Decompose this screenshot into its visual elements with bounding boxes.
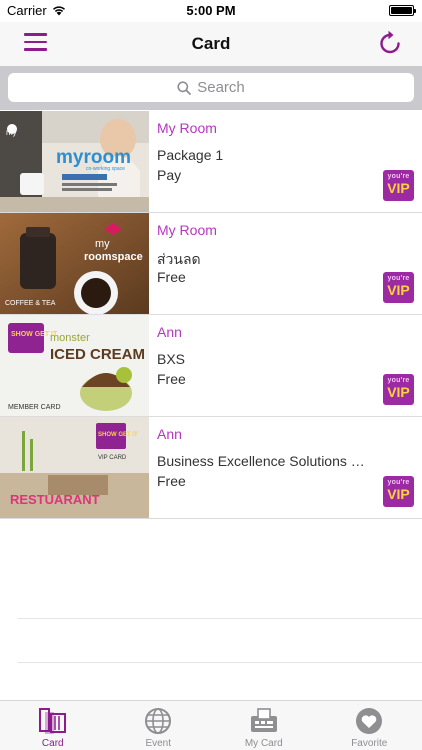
thumb-logo-text: myroom bbox=[56, 147, 131, 168]
tab-card[interactable]: Card bbox=[0, 701, 106, 750]
thumb-brand-bottom: roomspace bbox=[84, 251, 143, 263]
vip-badge-top: you're bbox=[387, 377, 410, 384]
card-list: myroom co-working space my My Room Packa… bbox=[0, 111, 422, 519]
vip-badge-main: VIP bbox=[387, 384, 410, 400]
card-title: Package 1 bbox=[157, 147, 224, 163]
tab-favorite[interactable]: Favorite bbox=[317, 701, 422, 750]
card-icon bbox=[38, 708, 66, 734]
card-reader-icon bbox=[250, 708, 277, 732]
card-brand: My Room bbox=[157, 222, 217, 238]
vip-badge-top: you're bbox=[387, 173, 410, 180]
search-placeholder: Search bbox=[197, 79, 245, 96]
nav-bar: Card bbox=[0, 22, 422, 66]
vip-badge-main: VIP bbox=[387, 180, 410, 196]
thumb-sub: VIP CARD bbox=[98, 455, 127, 461]
vip-badge: you're VIP bbox=[383, 374, 414, 405]
tab-bar: Card Event My Card Favorite bbox=[0, 700, 422, 750]
battery-icon bbox=[389, 5, 416, 16]
card-thumbnail: my roomspace COFFEE & TEA bbox=[0, 213, 149, 314]
status-bar: Carrier 5:00 PM bbox=[0, 0, 422, 22]
empty-row-separator bbox=[18, 618, 422, 619]
card-price: Free bbox=[157, 269, 186, 285]
vip-badge-top: you're bbox=[387, 275, 410, 282]
card-title: BXS bbox=[157, 351, 186, 367]
list-item[interactable]: my roomspace COFFEE & TEA My Room ส่วนลด… bbox=[0, 213, 422, 315]
card-price: Pay bbox=[157, 167, 182, 183]
thumb-logo: SHOW GET IT bbox=[98, 432, 138, 438]
card-title: Business Excellence Solutions C... bbox=[157, 453, 372, 469]
card-title: ส่วนลด bbox=[157, 251, 201, 267]
thumb-sub-text: co-working space bbox=[86, 166, 125, 172]
thumb-line1: monster bbox=[50, 332, 90, 344]
search-icon bbox=[177, 80, 192, 95]
list-item[interactable]: myroom co-working space my My Room Packa… bbox=[0, 111, 422, 213]
tab-label: Event bbox=[145, 738, 172, 749]
search-bar: Search bbox=[0, 66, 422, 110]
card-brand: Ann bbox=[157, 324, 182, 340]
thumb-caption: my bbox=[6, 128, 17, 137]
vip-badge: you're VIP bbox=[383, 170, 414, 201]
vip-badge-top: you're bbox=[387, 479, 410, 486]
vip-badge: you're VIP bbox=[383, 476, 414, 507]
search-input[interactable]: Search bbox=[8, 73, 414, 102]
vip-badge-main: VIP bbox=[387, 282, 410, 298]
card-thumbnail: myroom co-working space my bbox=[0, 111, 149, 212]
thumb-caption: COFFEE & TEA bbox=[5, 300, 56, 307]
refresh-button[interactable] bbox=[378, 30, 402, 56]
tab-my-card[interactable]: My Card bbox=[211, 701, 317, 750]
tab-label: My Card bbox=[244, 738, 283, 749]
myroom-card-image: myroom co-working space my bbox=[0, 111, 149, 212]
card-brand: Ann bbox=[157, 426, 182, 442]
thumb-caption: RESTUARANT bbox=[10, 492, 100, 507]
vip-badge-main: VIP bbox=[387, 486, 410, 502]
thumb-brand-top: my bbox=[95, 238, 110, 250]
tab-event[interactable]: Event bbox=[106, 701, 212, 750]
heart-icon bbox=[356, 708, 383, 734]
list-item[interactable]: SHOW GET IT monster ICED CREAM MEMBER CA… bbox=[0, 315, 422, 417]
card-price: Free bbox=[157, 371, 186, 387]
page-title: Card bbox=[191, 34, 231, 53]
roomspace-card-image: my roomspace COFFEE & TEA bbox=[0, 213, 149, 314]
tab-label: Card bbox=[41, 738, 64, 749]
status-time: 5:00 PM bbox=[186, 3, 236, 18]
card-price: Free bbox=[157, 473, 186, 489]
tab-label: Favorite bbox=[351, 738, 388, 749]
card-brand: My Room bbox=[157, 120, 217, 136]
vip-badge: you're VIP bbox=[383, 272, 414, 303]
globe-icon bbox=[145, 708, 172, 734]
card-thumbnail: SHOW GET IT monster ICED CREAM MEMBER CA… bbox=[0, 315, 149, 416]
thumb-line2: ICED CREAM bbox=[50, 346, 145, 363]
thumb-caption: MEMBER CARD bbox=[8, 404, 61, 411]
list-item[interactable]: SHOW GET IT VIP CARD RESTUARANT Ann Busi… bbox=[0, 417, 422, 519]
restaurant-card-image: SHOW GET IT VIP CARD RESTUARANT bbox=[0, 417, 149, 518]
card-thumbnail: SHOW GET IT VIP CARD RESTUARANT bbox=[0, 417, 149, 518]
empty-row-separator bbox=[18, 662, 422, 663]
icecream-card-image: SHOW GET IT monster ICED CREAM MEMBER CA… bbox=[0, 315, 149, 416]
